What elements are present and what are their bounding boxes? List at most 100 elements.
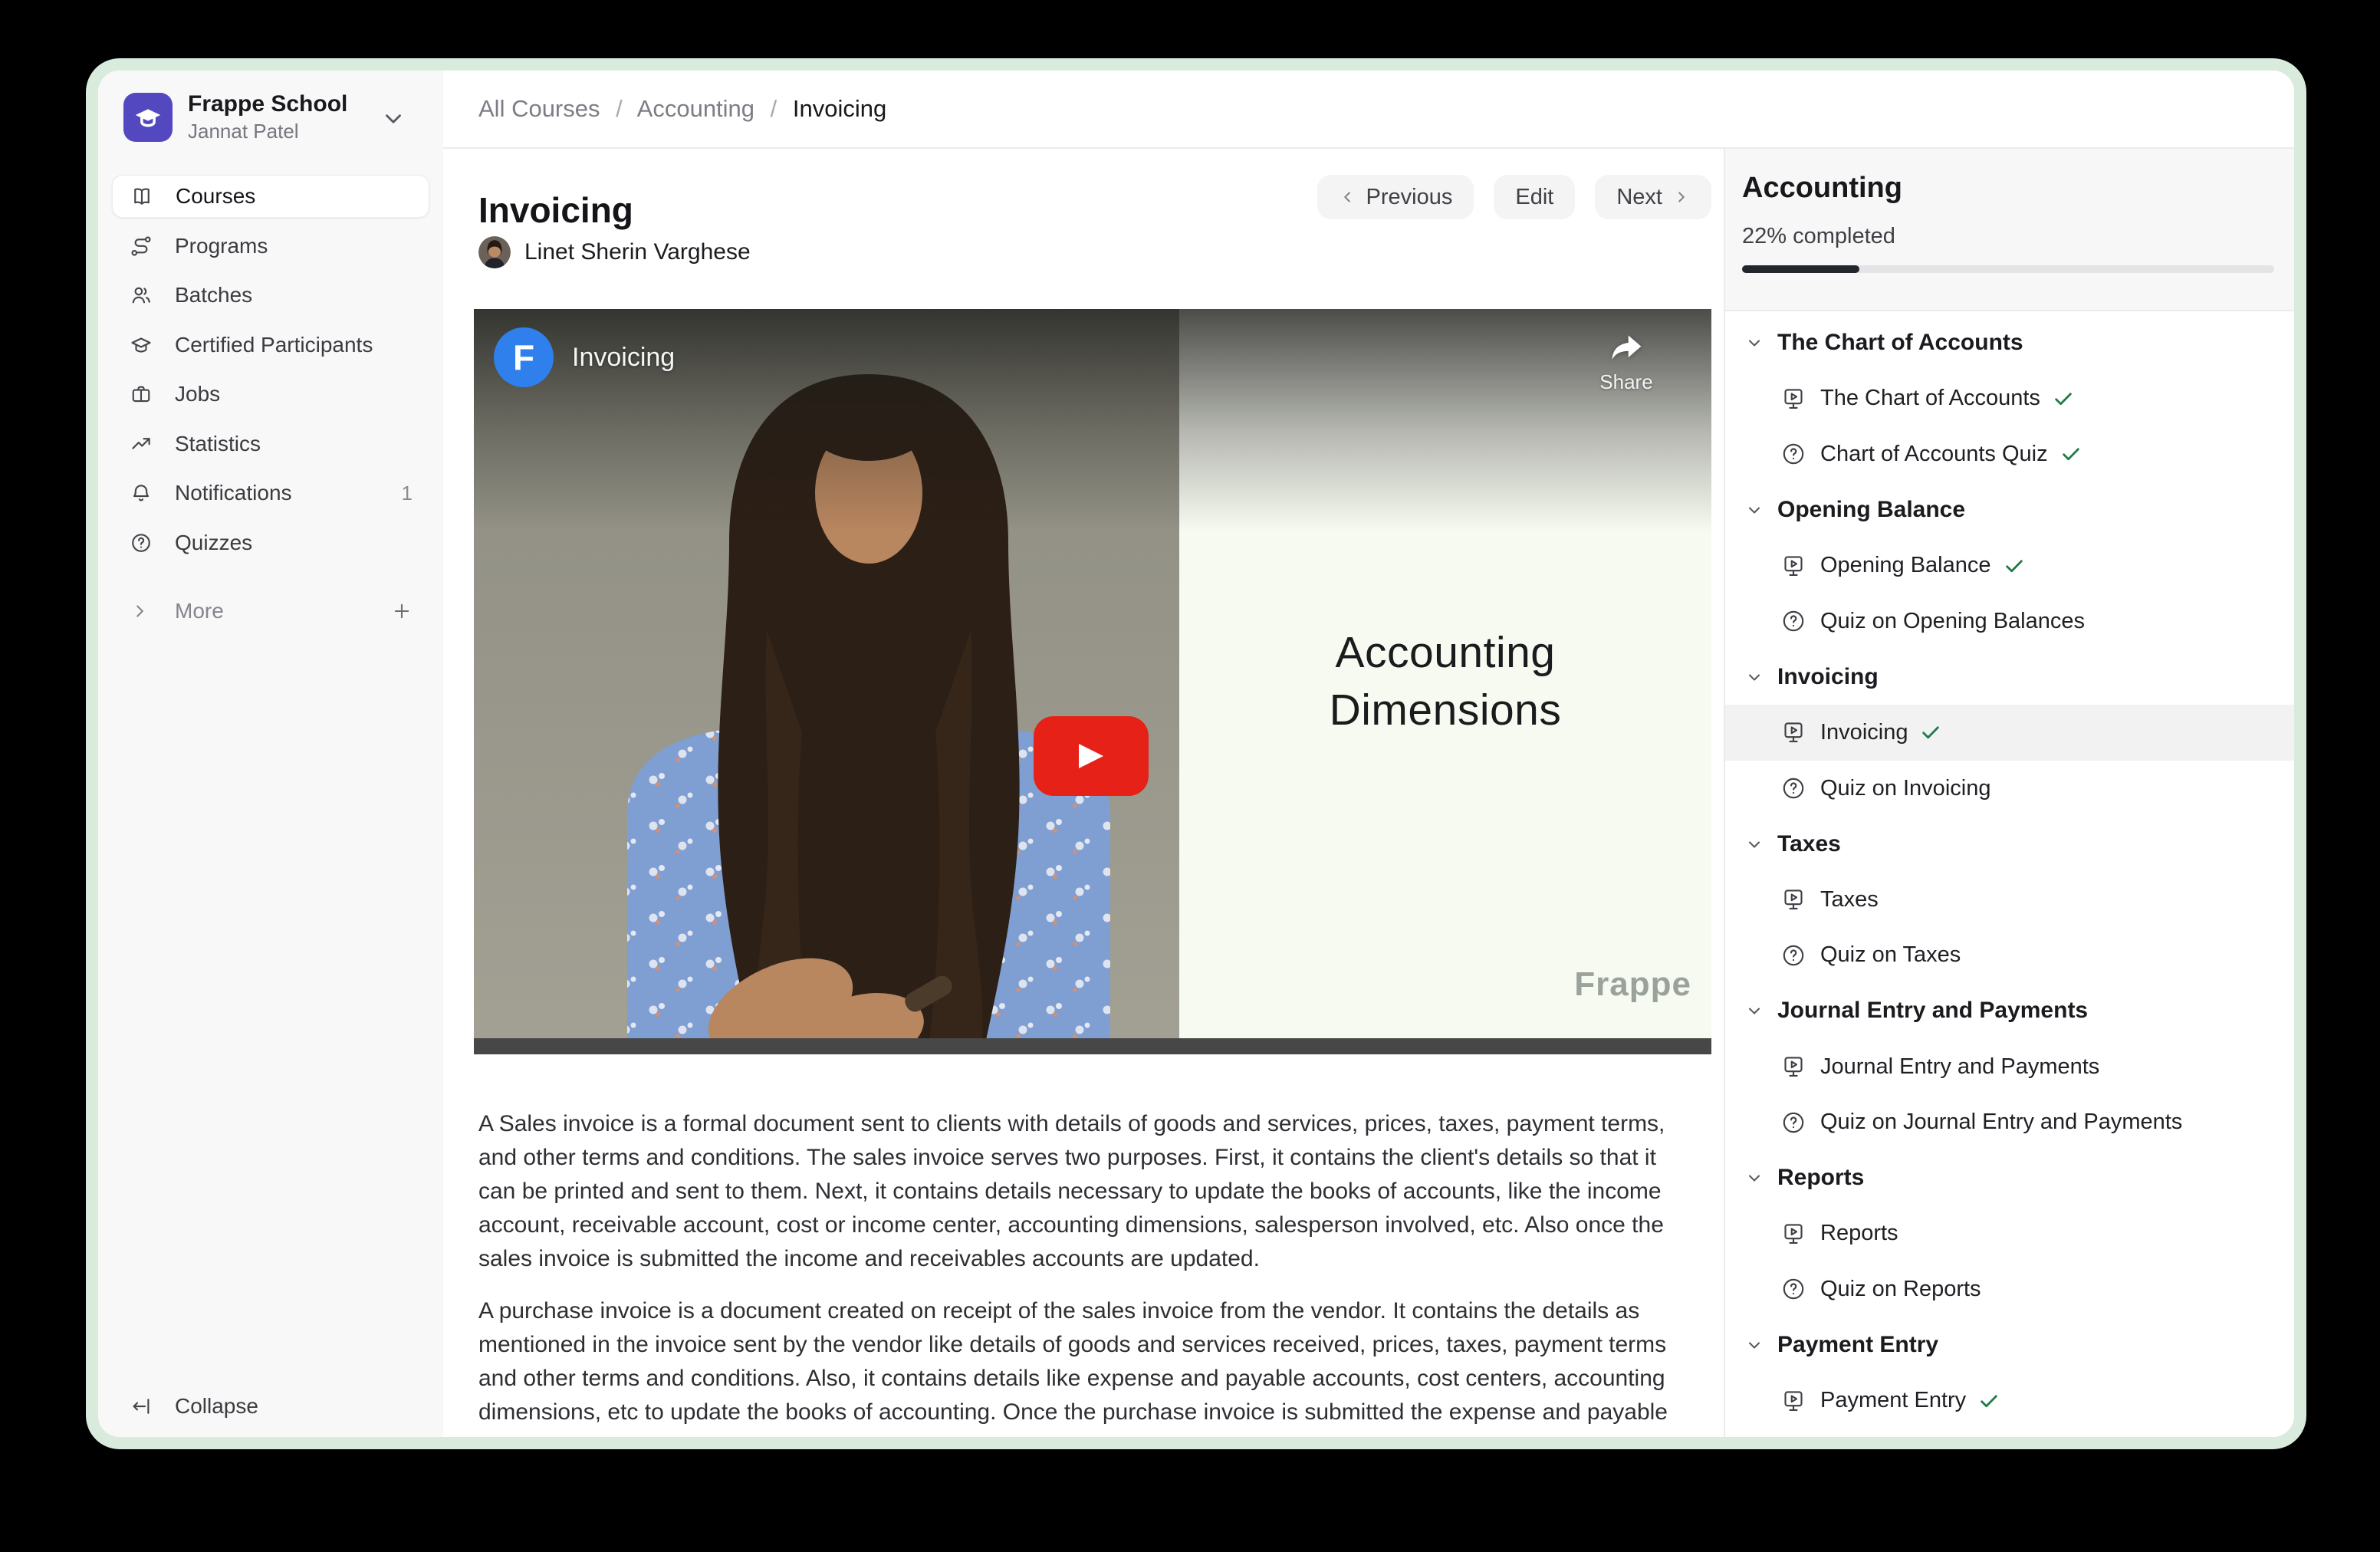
video-player[interactable]: Accounting Dimensions F Invoicing Share (474, 309, 1711, 1054)
outline-item-the-chart-of-accounts[interactable]: The Chart of Accounts (1725, 371, 2294, 427)
chevron-right-icon (1673, 189, 1690, 206)
outline-section-opening-balance[interactable]: Opening Balance (1725, 482, 2294, 538)
outline-item-chart-of-accounts-quiz[interactable]: Chart of Accounts Quiz (1725, 426, 2294, 482)
outline-item-opening-balance[interactable]: Opening Balance (1725, 538, 2294, 594)
outline-item-reports[interactable]: Reports (1725, 1206, 2294, 1262)
app-window-frame: Frappe School Jannat Patel Courses Progra… (86, 58, 2306, 1449)
completed-check-icon (1919, 721, 1942, 744)
completed-check-icon (2052, 387, 2075, 410)
outline-item-label: Reports (1820, 1221, 1898, 1246)
outline-item-label: Payment Entry (1820, 1388, 1966, 1413)
lesson-paragraph: A purchase invoice is a document created… (478, 1294, 1679, 1429)
top-bar: All Courses / Accounting / Invoicing (443, 71, 2294, 149)
outline-item-invoicing[interactable]: Invoicing (1725, 705, 2294, 761)
frappe-video-logo-icon[interactable]: F (494, 327, 554, 387)
breadcrumb-accounting[interactable]: Accounting (637, 95, 754, 122)
outline-section-invoicing[interactable]: Invoicing (1725, 649, 2294, 705)
page-title: Invoicing (478, 189, 633, 231)
frappe-school-logo-icon (123, 93, 173, 142)
outline-item-payment-entry[interactable]: Payment Entry (1725, 1373, 2294, 1429)
outline-item-quiz-on-opening-balances[interactable]: Quiz on Opening Balances (1725, 594, 2294, 649)
play-button[interactable] (1034, 716, 1149, 796)
chevron-down-icon (1745, 1001, 1764, 1020)
slide-title-line1: Accounting (1335, 624, 1555, 682)
slide-title-line2: Dimensions (1330, 682, 1562, 739)
sidebar-item-quizzes[interactable]: Quizzes (112, 521, 429, 564)
book-open-icon (130, 185, 153, 208)
breadcrumb: All Courses / Accounting / Invoicing (478, 95, 886, 123)
brand-switcher[interactable]: Frappe School Jannat Patel (123, 92, 428, 143)
outline-item-label: Invoicing (1820, 720, 1908, 745)
sidebar-item-certified-participants[interactable]: Certified Participants (112, 324, 429, 367)
outline-section-reports[interactable]: Reports (1725, 1150, 2294, 1206)
sidebar-collapse-button[interactable]: Collapse (112, 1385, 276, 1428)
chevron-down-icon (1745, 1336, 1764, 1354)
collapse-icon (130, 1395, 153, 1418)
outline-item-label: Taxes (1820, 887, 1879, 912)
chevron-down-icon (1745, 1169, 1764, 1187)
sidebar-item-courses[interactable]: Courses (112, 175, 429, 218)
outline-section-taxes[interactable]: Taxes (1725, 816, 2294, 872)
outline-item-journal-entry-and-payments[interactable]: Journal Entry and Payments (1725, 1039, 2294, 1095)
video-progress-bar[interactable] (474, 1038, 1711, 1054)
outline-item-quiz-on-invoicing[interactable]: Quiz on Invoicing (1725, 761, 2294, 817)
outline-section-the-chart-of-accounts[interactable]: The Chart of Accounts (1725, 315, 2294, 371)
outline-item-quiz-on-journal-entry-and-payments[interactable]: Quiz on Journal Entry and Payments (1725, 1094, 2294, 1150)
app-window: Frappe School Jannat Patel Courses Progra… (98, 71, 2294, 1437)
quiz-icon (1780, 441, 1806, 467)
completed-check-icon (1977, 1389, 2000, 1412)
bell-icon (130, 482, 153, 505)
sidebar-item-batches[interactable]: Batches (112, 274, 429, 317)
progress-bar-fill (1742, 265, 1859, 273)
video-lesson-icon (1780, 1054, 1806, 1080)
progress-bar (1742, 265, 2274, 273)
outline-item-quiz-on-reports[interactable]: Quiz on Reports (1725, 1261, 2294, 1317)
lesson-actions: Previous Edit Next (1317, 175, 1711, 219)
outline-item-quiz-on-taxes[interactable]: Quiz on Taxes (1725, 928, 2294, 984)
video-brand-row: F Invoicing (494, 327, 675, 387)
lesson-body: A Sales invoice is a formal document sen… (478, 1107, 1679, 1437)
chevron-down-icon[interactable] (380, 106, 406, 132)
route-icon (130, 235, 153, 258)
next-button[interactable]: Next (1595, 175, 1711, 219)
lesson-main: Invoicing Previous Edit Next (443, 149, 1724, 1437)
completed-check-icon (2003, 554, 2026, 577)
breadcrumb-separator: / (771, 95, 777, 122)
outline-section-payment-entry[interactable]: Payment Entry (1725, 1317, 2294, 1373)
outline-section-journal-entry-and-payments[interactable]: Journal Entry and Payments (1725, 983, 2294, 1039)
frappe-watermark: Frappe (1574, 965, 1691, 1004)
graduation-cap-icon (133, 102, 163, 133)
share-button[interactable]: Share (1576, 327, 1676, 394)
quiz-icon (1780, 942, 1806, 968)
sidebar-item-label: Jobs (175, 382, 220, 406)
brand-user-name: Jannat Patel (188, 120, 347, 143)
outline-item-label: Quiz on Reports (1820, 1277, 1981, 1302)
outline-item-taxes[interactable]: Taxes (1725, 872, 2294, 928)
sidebar-item-label: Courses (176, 184, 255, 209)
previous-button[interactable]: Previous (1317, 175, 1474, 219)
outline-header: Accounting 22% completed (1725, 149, 2294, 311)
video-lesson-icon (1780, 1221, 1806, 1247)
sidebar-nav: Courses Programs Batches Certified Particip… (112, 175, 429, 633)
author-row: Linet Sherin Varghese (478, 236, 751, 268)
outline-course-title: Accounting (1742, 172, 1902, 205)
briefcase-icon (130, 383, 153, 406)
plus-icon[interactable] (391, 600, 413, 622)
outline-item-label: Opening Balance (1820, 553, 1991, 578)
share-arrow-icon (1606, 327, 1647, 369)
sidebar-item-notifications[interactable]: Notifications1 (112, 472, 429, 515)
author-name: Linet Sherin Varghese (524, 239, 751, 265)
sidebar-item-statistics[interactable]: Statistics (112, 423, 429, 465)
sidebar-item-more[interactable]: More (112, 590, 429, 633)
outline-section-title: Taxes (1777, 831, 1841, 857)
trending-up-icon (130, 432, 153, 455)
sidebar-item-jobs[interactable]: Jobs (112, 373, 429, 416)
completed-check-icon (2059, 442, 2082, 465)
breadcrumb-separator: / (616, 95, 623, 122)
breadcrumb-all-courses[interactable]: All Courses (478, 95, 600, 122)
sidebar-item-programs[interactable]: Programs (112, 225, 429, 268)
outline-item-label: Quiz on Taxes (1820, 942, 1961, 968)
outline-item-label: Chart of Accounts Quiz (1820, 442, 2048, 467)
edit-button[interactable]: Edit (1494, 175, 1575, 219)
chevron-down-icon (1745, 501, 1764, 519)
